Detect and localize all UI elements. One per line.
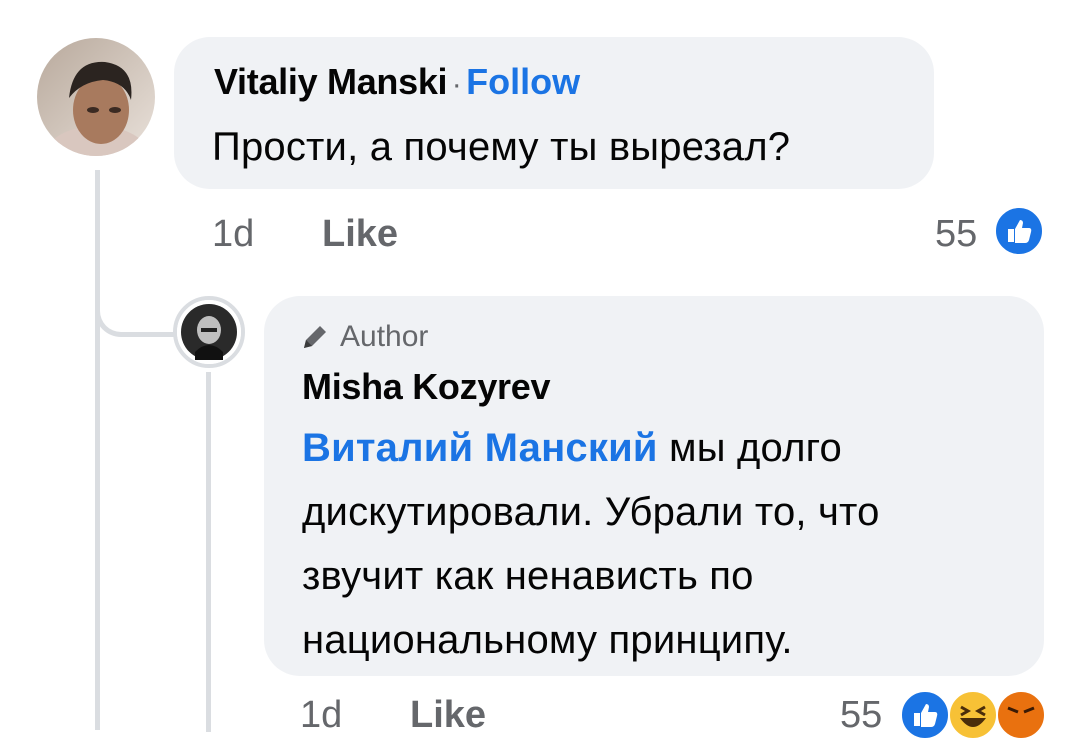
haha-icon	[948, 690, 998, 740]
like-icon	[994, 206, 1044, 256]
separator-dot: ·	[451, 68, 462, 101]
reply-reaction-count[interactable]: 55	[840, 694, 882, 737]
thread-line-main	[95, 170, 100, 730]
angry-icon	[996, 690, 1046, 740]
reply-text-line: национальному принципу.	[302, 618, 793, 662]
thread-line-branch	[95, 300, 175, 337]
reply-avatar[interactable]	[173, 296, 245, 368]
comment-text: Прости, а почему ты вырезал?	[212, 125, 791, 169]
user-avatar-icon	[37, 38, 155, 156]
follow-button[interactable]: Follow	[466, 61, 580, 102]
reply-text-line: звучит как ненависть по	[302, 554, 754, 598]
reply-text-line: мы долго	[657, 426, 842, 470]
avatar[interactable]	[37, 38, 155, 156]
pencil-icon	[304, 326, 326, 348]
comment-like-button[interactable]: Like	[322, 213, 398, 256]
comment-bubble: Vitaliy Manski · Follow Прости, а почему…	[174, 37, 934, 189]
thread-line-reply	[206, 372, 211, 732]
reply-author-name[interactable]: Misha Kozyrev	[302, 366, 551, 408]
reply-bubble: Author Misha Kozyrev Виталий Манский мы …	[264, 296, 1044, 676]
reply-like-button[interactable]: Like	[410, 694, 486, 737]
reply-text: Виталий Манский мы долго дискутировали. …	[302, 416, 1022, 672]
comment-timestamp[interactable]: 1d	[212, 213, 254, 256]
author-badge: Author	[300, 320, 428, 354]
author-badge-label: Author	[340, 320, 429, 353]
reply-timestamp[interactable]: 1d	[300, 694, 342, 737]
comment-header: Vitaliy Manski · Follow	[214, 61, 580, 103]
like-icon	[900, 690, 950, 740]
comment-author-name[interactable]: Vitaliy Manski	[214, 61, 448, 102]
reply-text-line: дискутировали. Убрали то, что	[302, 490, 880, 534]
user-avatar-icon	[177, 300, 241, 364]
comment-reaction-count[interactable]: 55	[935, 213, 977, 256]
mention-link[interactable]: Виталий Манский	[302, 426, 658, 470]
